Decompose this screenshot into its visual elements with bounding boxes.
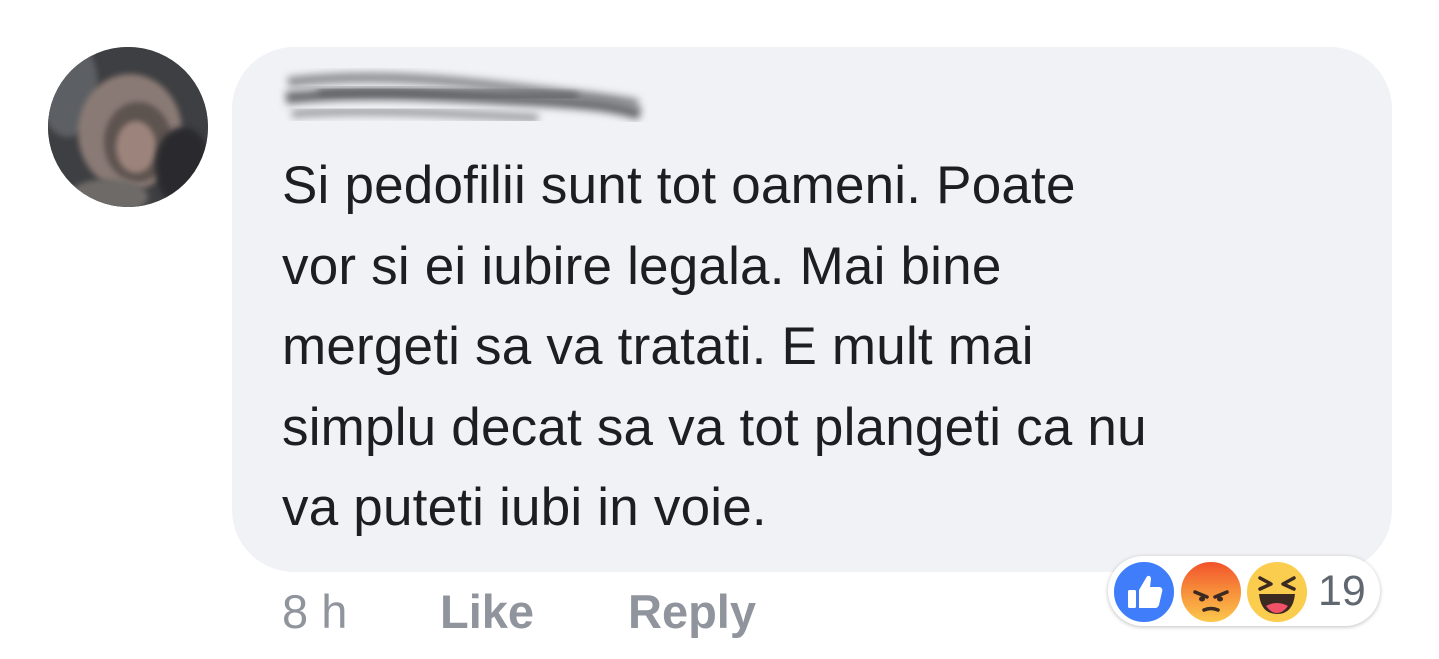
comment-timestamp[interactable]: 8 h [282, 582, 347, 642]
haha-icon [1244, 559, 1310, 625]
comment-text: Si pedofilii sunt tot oameni. Poate vor … [282, 146, 1372, 549]
comment-text-line: mergeti sa va tratati. E mult mai [282, 317, 1034, 376]
avatar[interactable] [48, 47, 208, 207]
comment-text-line: Si pedofilii sunt tot oameni. Poate [282, 156, 1076, 215]
reply-button[interactable]: Reply [628, 582, 756, 642]
comment-container: Si pedofilii sunt tot oameni. Poate vor … [0, 0, 1439, 659]
like-icon [1111, 559, 1177, 625]
redacted-name-scribble [285, 72, 642, 122]
like-button[interactable]: Like [440, 582, 534, 642]
comment-text-line: simplu decat sa va tot plangeti ca nu [282, 397, 1147, 457]
comment-text-line: vor si ei iubire legala. Mai bine [282, 236, 1002, 296]
author-name-redacted[interactable] [278, 68, 648, 130]
comment-text-line: va puteti iubi in voie. [282, 478, 767, 537]
angry-icon [1178, 559, 1244, 625]
blurred-avatar-image [48, 47, 208, 207]
reaction-count: 19 [1318, 567, 1366, 615]
reactions-summary[interactable]: 19 [1108, 556, 1380, 626]
